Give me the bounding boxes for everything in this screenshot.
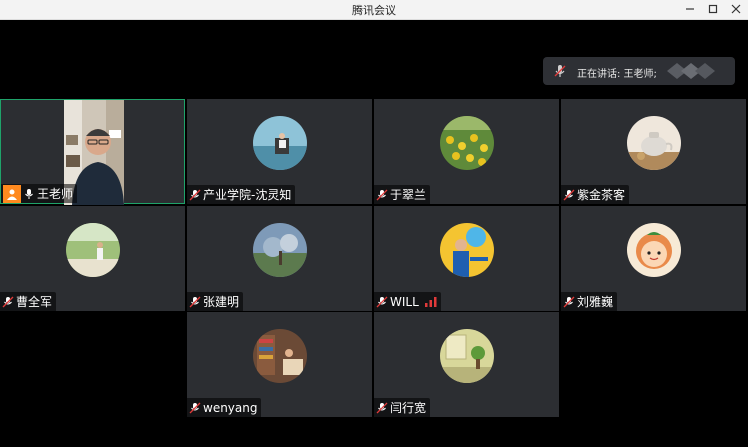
participant-name: wenyang: [203, 400, 258, 415]
participant-tile[interactable]: 于翠兰: [374, 99, 559, 204]
mic-muted-icon: [376, 296, 388, 307]
host-icon: [7, 189, 17, 200]
participant-grid: 王老师 产业学院-沈灵知 于翠兰 紫金茶客 曹全军 张建明 WILL 刘雅巍 w…: [0, 99, 748, 417]
participant-name: WILL: [390, 294, 419, 309]
participant-tile[interactable]: wenyang: [187, 312, 372, 417]
participant-avatar: [66, 223, 120, 277]
participant-label: WILL: [374, 292, 441, 311]
participant-name: 张建明: [203, 295, 240, 309]
participant-tile[interactable]: 产业学院-沈灵知: [187, 99, 372, 204]
mic-muted-icon: [189, 402, 201, 413]
participant-tile[interactable]: 闫行宽: [374, 312, 559, 417]
speaking-text: 正在讲话: 王老师;: [577, 69, 657, 80]
mic-muted-icon: [376, 402, 388, 413]
participant-name: 王老师: [37, 187, 74, 201]
speaking-indicator: 正在讲话: 王老师;: [543, 57, 735, 85]
maximize-icon: [708, 4, 718, 14]
close-icon: [731, 4, 741, 14]
speaker-avatars-blurred: [667, 63, 715, 79]
participant-name: 产业学院-沈灵知: [203, 188, 292, 202]
mic-speaking-icon: [554, 65, 566, 77]
maximize-button[interactable]: [702, 1, 724, 17]
participant-avatar: [253, 116, 307, 170]
mic-muted-icon: [563, 296, 575, 307]
minimize-button[interactable]: [679, 1, 701, 17]
window-title: 腾讯会议: [352, 4, 396, 17]
host-badge: [3, 184, 21, 203]
mic-muted-icon: [376, 189, 388, 200]
mic-muted-icon: [189, 189, 201, 200]
mic-muted-icon: [189, 296, 201, 307]
participant-label: 刘雅巍: [561, 292, 618, 311]
participant-tile[interactable]: 曹全军: [0, 206, 185, 311]
signal-strength-icon: [424, 296, 437, 307]
participant-name: 于翠兰: [390, 188, 427, 202]
participant-avatar: [440, 116, 494, 170]
mic-muted-icon: [563, 189, 575, 200]
participant-name: 刘雅巍: [577, 295, 614, 309]
participant-label: 曹全军: [0, 292, 57, 311]
participant-avatar: [627, 116, 681, 170]
participant-name: 曹全军: [16, 295, 53, 309]
participant-label: 张建明: [187, 292, 244, 311]
participant-avatar: [440, 329, 494, 383]
participant-name: 闫行宽: [390, 401, 427, 415]
participant-tile[interactable]: 刘雅巍: [561, 206, 746, 311]
participant-avatar: [627, 223, 681, 277]
participant-label: 于翠兰: [374, 185, 431, 204]
participant-label: 王老师: [1, 184, 78, 203]
participant-label: 闫行宽: [374, 398, 431, 417]
title-bar: 腾讯会议: [0, 0, 748, 20]
minimize-icon: [686, 8, 694, 10]
mic-icon: [25, 188, 33, 199]
participant-avatar: [253, 329, 307, 383]
participant-tile[interactable]: WILL: [374, 206, 559, 311]
participant-label: 紫金茶客: [561, 185, 630, 204]
participant-tile[interactable]: 王老师: [0, 99, 185, 205]
participant-label: wenyang: [187, 398, 262, 417]
participant-avatar: [440, 223, 494, 277]
participant-label: 产业学院-沈灵知: [187, 185, 296, 204]
participant-tile[interactable]: 紫金茶客: [561, 99, 746, 204]
participant-avatar: [253, 223, 307, 277]
participant-tile[interactable]: 张建明: [187, 206, 372, 311]
close-button[interactable]: [725, 1, 747, 17]
participant-name: 紫金茶客: [577, 188, 626, 202]
mic-muted-icon: [2, 296, 14, 307]
